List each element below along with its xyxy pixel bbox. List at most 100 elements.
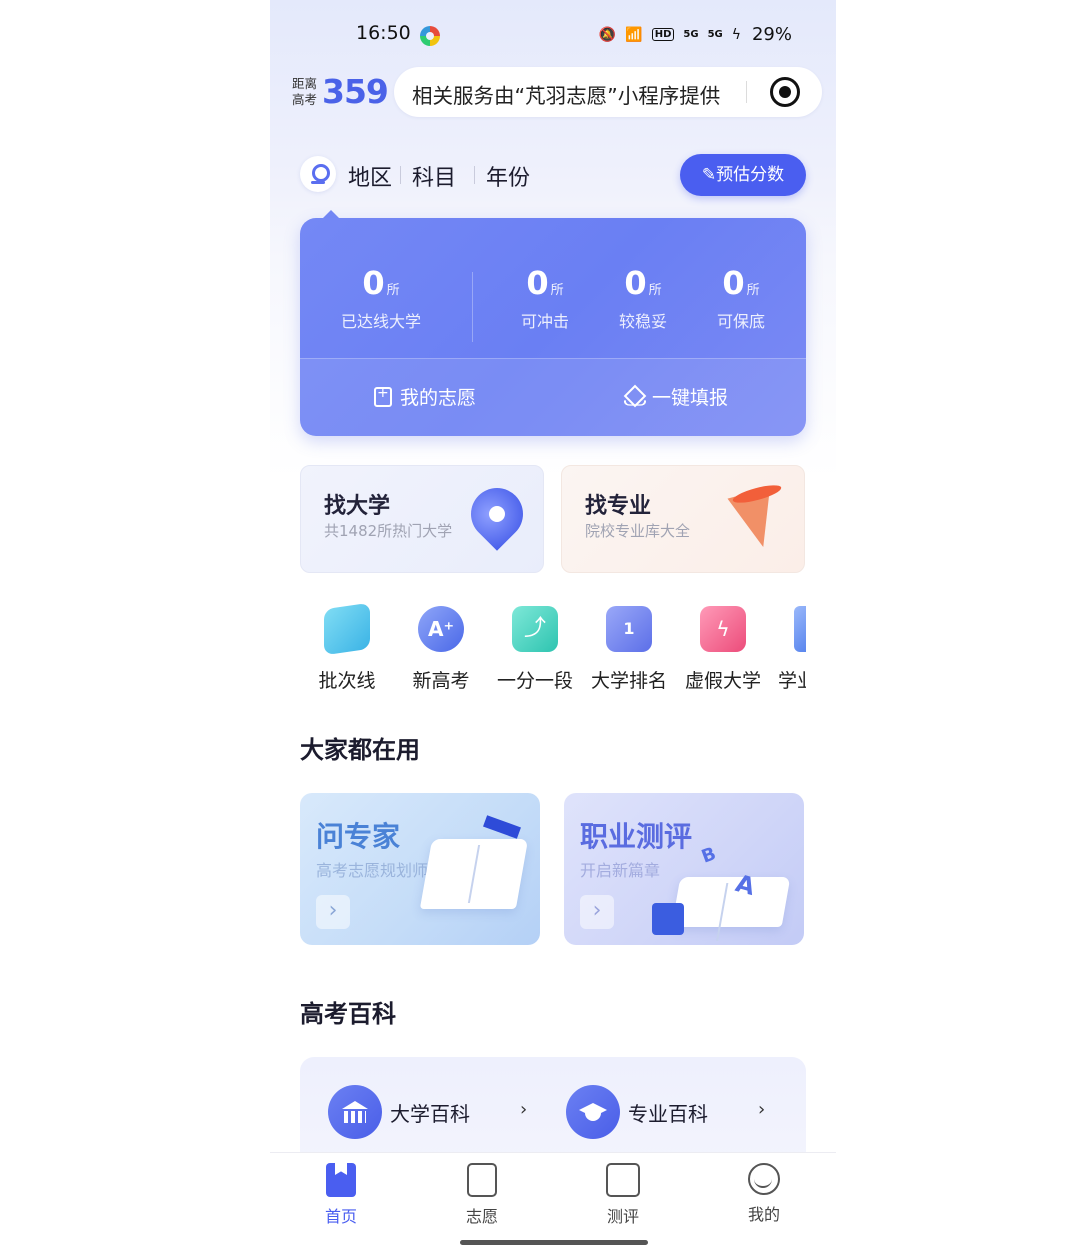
letter-b-icon: B — [698, 843, 719, 868]
location-icon[interactable] — [300, 156, 336, 192]
ask-expert-title: 问专家 — [316, 820, 401, 853]
home-indicator[interactable] — [460, 1240, 648, 1245]
find-major-subtitle: 院校专业库大全 — [585, 522, 691, 540]
stat-unit: 所 — [648, 283, 662, 298]
career-test-card[interactable]: 职业测评 开启新篇章 › B A — [564, 793, 804, 945]
chevron-right-icon[interactable]: › — [520, 1099, 527, 1120]
filter-region[interactable]: 地区 — [348, 160, 392, 192]
close-miniprogram-icon[interactable] — [770, 77, 800, 107]
major-encyclopedia-label: 专业百科 — [628, 1101, 708, 1126]
mini-bar-divider — [746, 81, 747, 103]
map-pin-icon — [460, 477, 534, 551]
career-test-title: 职业测评 — [580, 820, 693, 853]
layers-icon — [624, 387, 644, 407]
chevron-right-icon: › — [316, 895, 350, 929]
find-university-title: 找大学 — [324, 494, 391, 519]
hd-icon: HD — [651, 28, 675, 41]
open-book-icon — [419, 839, 529, 909]
quick-link-new-gaokao[interactable]: A⁺ 新高考 — [396, 606, 486, 693]
career-test-subtitle: 开启新篇章 — [580, 861, 661, 880]
stat-value: 0 — [362, 264, 385, 302]
university-encyclopedia-item[interactable]: 大学百科 — [328, 1085, 470, 1139]
stat-label: 可保底 — [716, 312, 765, 331]
section-title-everyone-uses: 大家都在用 — [300, 736, 420, 764]
home-bookmark-icon — [326, 1163, 356, 1197]
stat-label: 较稳妥 — [618, 312, 667, 331]
graduation-cap-icon — [566, 1085, 620, 1139]
chevron-right-icon: › — [580, 895, 614, 929]
filter-separator — [474, 166, 475, 184]
filter-separator — [400, 166, 401, 184]
pencil-icon: ✎ — [701, 165, 717, 185]
stat-backup[interactable]: 0所 可保底 — [696, 264, 786, 332]
major-encyclopedia-item[interactable]: 专业百科 — [566, 1085, 708, 1139]
phone-screen: 16:50 🔕 📶 HD 5G 5G ϟ 29% 距离高考 359 天 相关服务… — [270, 0, 836, 1256]
nav-home[interactable]: 首页 — [296, 1163, 386, 1227]
university-encyclopedia-label: 大学百科 — [390, 1101, 470, 1126]
profile-face-icon — [748, 1163, 780, 1195]
cap-base-shape — [585, 1113, 601, 1121]
score-curve-icon: ⤴ — [512, 606, 558, 652]
status-icons: 🔕 📶 HD 5G 5G ϟ 29% — [599, 24, 792, 45]
quick-link-score-rank[interactable]: ⤴ 一分一段 — [490, 606, 580, 693]
nav-profile[interactable]: 我的 — [719, 1163, 809, 1225]
one-click-fill-button[interactable]: 一键填报 — [624, 383, 728, 410]
battery-level: 29% — [751, 24, 792, 45]
quick-link-label: 新高考 — [412, 670, 470, 692]
ask-expert-subtitle: 高考志愿规划师 — [316, 861, 429, 880]
exam-countdown-label: 距离高考 — [292, 76, 318, 107]
quick-link-fake-university[interactable]: ϟ 虚假大学 — [678, 606, 768, 693]
my-applications-button[interactable]: 我的志愿 — [374, 383, 476, 410]
status-bar: 16:50 🔕 📶 HD 5G 5G ϟ 29% — [270, 18, 836, 54]
section-title-encyclopedia: 高考百科 — [300, 1000, 396, 1028]
quick-link-university-ranking[interactable]: 1 大学排名 — [584, 606, 674, 693]
edit-document-icon — [467, 1163, 497, 1197]
layers-icon — [324, 602, 370, 656]
stats-card: 0所 已达线大学 0所 可冲击 0所 较稳妥 0所 可保底 我的志愿 一键填报 — [300, 218, 806, 436]
nav-label: 首页 — [324, 1207, 357, 1226]
stat-unit: 所 — [746, 283, 760, 298]
nav-label: 志愿 — [465, 1207, 498, 1226]
filter-subject[interactable]: 科目 — [412, 160, 456, 192]
stat-reach[interactable]: 0所 可冲击 — [500, 264, 590, 332]
stat-unit: 所 — [386, 283, 400, 298]
nav-assessment[interactable]: 测评 — [578, 1163, 668, 1227]
estimate-score-button[interactable]: ✎预估分数 — [680, 154, 806, 196]
warning-card-icon: ϟ — [700, 606, 746, 652]
find-major-card[interactable]: 找专业 院校专业库大全 — [561, 465, 805, 573]
mute-icon: 🔕 — [598, 26, 617, 43]
ask-expert-card[interactable]: 问专家 高考志愿规划师 › — [300, 793, 540, 945]
stat-label: 已达线大学 — [340, 312, 421, 331]
a-plus-icon: A⁺ — [418, 606, 464, 652]
quick-link-label: 一分一段 — [496, 670, 573, 692]
quick-link-label: 大学排名 — [590, 670, 667, 692]
find-university-card[interactable]: 找大学 共1482所热门大学 — [300, 465, 544, 573]
stat-value: 0 — [722, 264, 745, 302]
app-notification-icon — [420, 26, 440, 46]
one-click-fill-label: 一键填报 — [652, 387, 729, 409]
university-building-icon — [328, 1085, 382, 1139]
chevron-right-icon[interactable]: › — [758, 1099, 765, 1120]
my-applications-label: 我的志愿 — [400, 387, 477, 409]
wifi-icon: 📶 — [625, 26, 643, 43]
mini-program-notice: 相关服务由“芃羽志愿”小程序提供 — [412, 84, 721, 108]
exam-countdown-days: 359 — [322, 72, 389, 111]
stat-value: 0 — [624, 264, 647, 302]
nav-applications[interactable]: 志愿 — [437, 1163, 527, 1227]
encyclopedia-card: 大学百科 › 专业百科 › — [300, 1057, 806, 1167]
quick-link-academics[interactable]: 学业 — [772, 606, 806, 693]
stat-reached[interactable]: 0所 已达线大学 — [320, 264, 442, 332]
graduation-cap-icon — [483, 815, 521, 839]
quick-link-batch-line[interactable]: 批次线 — [302, 602, 392, 693]
nav-label: 我的 — [747, 1205, 780, 1224]
status-time: 16:50 — [356, 22, 411, 44]
stat-safe[interactable]: 0所 较稳妥 — [598, 264, 688, 332]
estimate-score-label: 预估分数 — [716, 165, 785, 185]
signal-5g-icon: 5G — [683, 29, 699, 40]
stat-label: 可冲击 — [520, 312, 569, 331]
stats-actions: 我的志愿 一键填报 — [300, 358, 806, 436]
quick-link-label: 虚假大学 — [684, 670, 761, 692]
filter-year[interactable]: 年份 — [486, 160, 530, 192]
open-book-icon — [671, 877, 791, 927]
document-add-icon — [374, 385, 392, 407]
